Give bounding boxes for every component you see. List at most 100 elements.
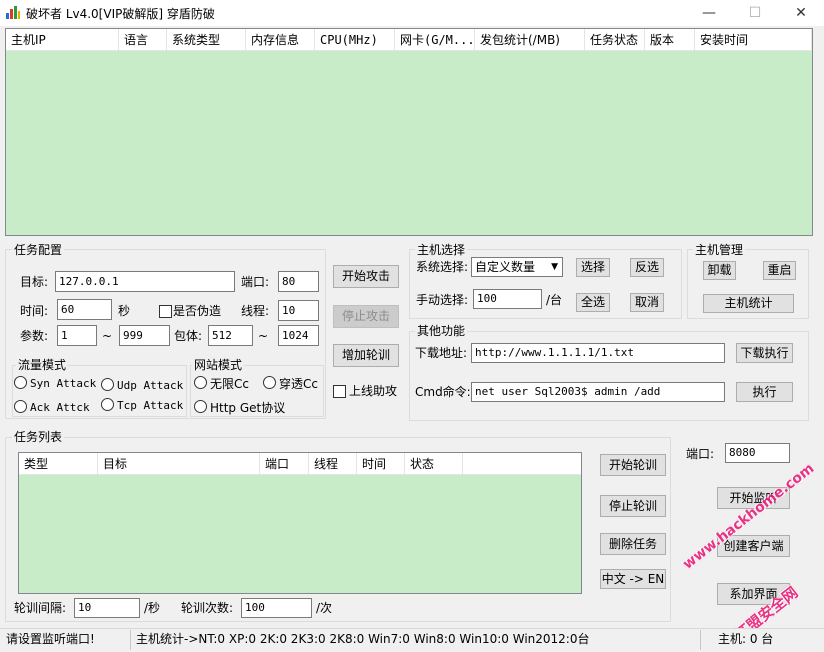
cmd-input[interactable]: net user Sql2003$ admin /add — [471, 382, 725, 402]
udp-attack-label: Udp Attack — [117, 379, 184, 392]
app-bar-chart-icon — [6, 6, 20, 19]
task-column-status[interactable]: 状态 — [405, 453, 463, 475]
radio-udp-attack[interactable] — [101, 378, 114, 391]
exec-button[interactable]: 执行 — [736, 382, 793, 402]
uninstall-button[interactable]: 卸载 — [703, 261, 736, 280]
task-column-target[interactable]: 目标 — [98, 453, 260, 475]
port-input[interactable]: 80 — [278, 271, 319, 292]
manual-select-label: 手动选择: — [416, 293, 469, 307]
start-rotation-button[interactable]: 开始轮训 — [600, 454, 666, 476]
task-list-title: 任务列表 — [12, 430, 65, 444]
cmd-label: Cmd命令: — [415, 385, 471, 399]
title-bar: 破坏者 Lv4.0[VIP破解版] 穿盾防破 — ☐ ✕ — [0, 0, 824, 26]
spoof-label: 是否伪造 — [173, 304, 222, 318]
select-all-button[interactable]: 全选 — [576, 293, 610, 312]
packet-from-input[interactable]: 512 — [208, 325, 253, 346]
spoof-checkbox[interactable] — [159, 305, 172, 318]
stop-rotation-button[interactable]: 停止轮训 — [600, 495, 666, 517]
status-separator — [700, 630, 701, 650]
task-table-header: 类型 目标 端口 线程 时间 状态 — [19, 453, 581, 475]
time-input[interactable]: 60 — [57, 299, 112, 320]
status-message: 请设置监听端口! — [6, 632, 95, 646]
penetrate-cc-label: 穿透Cc — [279, 377, 318, 391]
radio-unlimited-cc[interactable] — [194, 376, 207, 389]
invert-select-button[interactable]: 反选 — [630, 258, 664, 277]
online-assist-label: 上线助攻 — [349, 384, 398, 398]
status-separator — [130, 630, 131, 650]
rotation-count-input[interactable]: 100 — [241, 598, 312, 618]
port-label: 端口: — [241, 275, 270, 289]
threads-label: 线程: — [241, 304, 270, 318]
other-functions-title: 其他功能 — [415, 324, 468, 338]
task-column-port[interactable]: 端口 — [260, 453, 309, 475]
manual-unit: /台 — [546, 293, 563, 307]
manual-select-input[interactable]: 100 — [473, 289, 542, 309]
system-select-label: 系统选择: — [416, 260, 469, 274]
column-memory[interactable]: 内存信息 — [246, 29, 315, 51]
task-config-title: 任务配置 — [12, 243, 65, 257]
column-cpu[interactable]: CPU(MHz) — [315, 29, 395, 51]
task-list-table[interactable]: 类型 目标 端口 线程 时间 状态 — [18, 452, 582, 594]
column-packet-stats[interactable]: 发包统计(/MB) — [475, 29, 585, 51]
maximize-button[interactable]: ☐ — [732, 0, 778, 26]
rotation-count-unit: /次 — [316, 601, 333, 615]
add-rotation-button[interactable]: 增加轮训 — [333, 344, 399, 367]
chevron-down-icon: ▼ — [551, 262, 558, 272]
listen-port-input[interactable]: 8080 — [725, 443, 790, 463]
column-version[interactable]: 版本 — [645, 29, 695, 51]
syn-attack-label: Syn Attack — [30, 377, 97, 390]
ack-attack-label: Ack Attck — [30, 401, 90, 414]
rotation-interval-label: 轮训间隔: — [14, 601, 67, 615]
stop-attack-button[interactable]: 停止攻击 — [333, 305, 399, 328]
start-attack-button[interactable]: 开始攻击 — [333, 265, 399, 288]
http-get-label: Http Get协议 — [210, 401, 286, 415]
download-exec-button[interactable]: 下载执行 — [736, 343, 793, 363]
cancel-select-button[interactable]: 取消 — [630, 293, 664, 312]
system-select-dropdown[interactable]: 自定义数量 ▼ — [471, 257, 563, 277]
rotation-interval-input[interactable]: 10 — [74, 598, 140, 618]
packet-to-input[interactable]: 1024 — [278, 325, 319, 346]
site-mode-title: 网站模式 — [192, 358, 245, 372]
column-nic[interactable]: 网卡(G/M... — [395, 29, 475, 51]
download-url-input[interactable]: http://www.1.1.1.1/1.txt — [471, 343, 725, 363]
task-column-time[interactable]: 时间 — [357, 453, 405, 475]
host-stats-button[interactable]: 主机统计 — [703, 294, 794, 313]
packet-tilde: ~ — [258, 329, 269, 343]
task-column-type[interactable]: 类型 — [19, 453, 98, 475]
threads-input[interactable]: 10 — [278, 300, 319, 321]
target-input[interactable]: 127.0.0.1 — [55, 271, 235, 292]
restart-button[interactable]: 重启 — [763, 261, 796, 280]
packet-label: 包体: — [174, 329, 203, 343]
column-host-ip[interactable]: 主机IP — [6, 29, 119, 51]
listen-port-label: 端口: — [686, 447, 715, 461]
traffic-mode-title: 流量模式 — [16, 358, 69, 372]
column-language[interactable]: 语言 — [119, 29, 167, 51]
param-tilde: ~ — [102, 329, 113, 343]
radio-penetrate-cc[interactable] — [263, 376, 276, 389]
rotation-interval-unit: /秒 — [144, 601, 161, 615]
radio-tcp-attack[interactable] — [101, 398, 114, 411]
column-install-time[interactable]: 安装时间 — [695, 29, 812, 51]
close-button[interactable]: ✕ — [778, 0, 824, 26]
radio-http-get[interactable] — [194, 400, 207, 413]
host-select-title: 主机选择 — [415, 243, 468, 257]
select-button[interactable]: 选择 — [576, 258, 610, 277]
tcp-attack-label: Tcp Attack — [117, 399, 184, 412]
host-list-table[interactable]: 主机IP 语言 系统类型 内存信息 CPU(MHz) 网卡(G/M... 发包统… — [5, 28, 813, 236]
delete-task-button[interactable]: 删除任务 — [600, 533, 666, 555]
task-column-threads[interactable]: 线程 — [309, 453, 357, 475]
online-assist-checkbox[interactable] — [333, 385, 346, 398]
minimize-button[interactable]: — — [686, 0, 732, 26]
language-switch-button[interactable]: 中文 -> EN — [600, 569, 666, 589]
radio-ack-attack[interactable] — [14, 400, 27, 413]
window-title: 破坏者 Lv4.0[VIP破解版] 穿盾防破 — [26, 7, 215, 21]
time-unit: 秒 — [118, 304, 131, 318]
param-from-input[interactable]: 1 — [57, 325, 97, 346]
param-to-input[interactable]: 999 — [119, 325, 170, 346]
radio-syn-attack[interactable] — [14, 376, 27, 389]
column-task-status[interactable]: 任务状态 — [585, 29, 645, 51]
target-label: 目标: — [20, 275, 49, 289]
column-system-type[interactable]: 系统类型 — [167, 29, 246, 51]
rotation-count-label: 轮训次数: — [181, 601, 234, 615]
download-url-label: 下载地址: — [415, 346, 468, 360]
